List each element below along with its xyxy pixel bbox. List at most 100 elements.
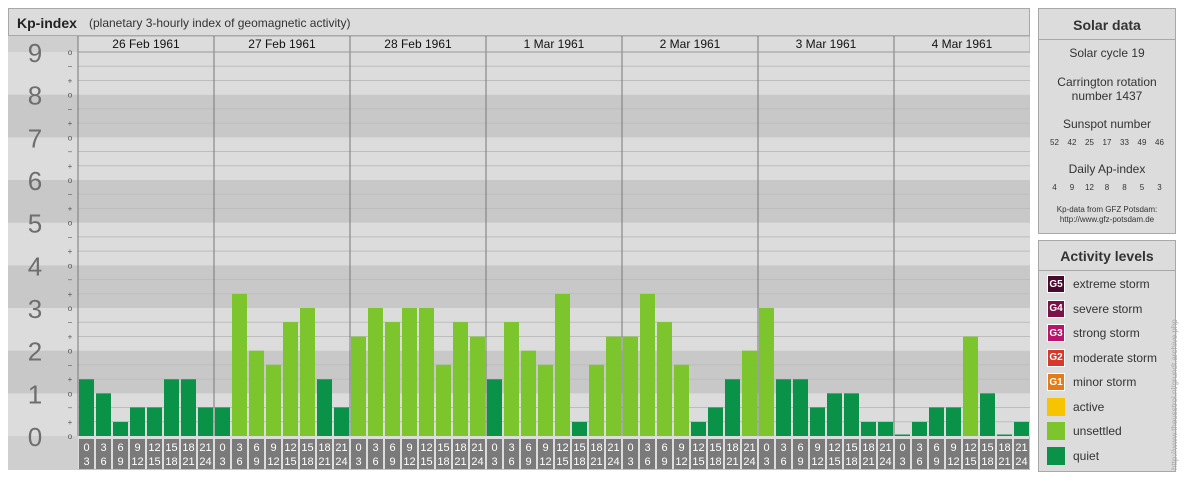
- kp-bar: [232, 293, 247, 436]
- slot-start-label: 15: [165, 442, 177, 454]
- kp-bar: [351, 336, 366, 436]
- kp-bar: [810, 407, 825, 436]
- sunspot-value: 46: [1155, 138, 1164, 147]
- slot-end-label: 21: [862, 456, 874, 468]
- kp-bar: [181, 379, 196, 436]
- slot-end-label: 12: [267, 456, 279, 468]
- slot-end-label: 21: [590, 456, 602, 468]
- kp-band: [8, 137, 1030, 180]
- slot-start-label: 3: [508, 442, 514, 454]
- slot-end-label: 12: [947, 456, 959, 468]
- activity-level-item: quiet: [1047, 446, 1099, 465]
- kp-bar: [861, 421, 876, 436]
- solar-data-heading: Solar data: [1073, 17, 1141, 33]
- slot-end-label: 9: [933, 456, 939, 468]
- slot-start-label: 12: [964, 442, 976, 454]
- y-tick-label: 6: [28, 166, 42, 196]
- slot-end-label: 24: [743, 456, 755, 468]
- slot-start-label: 15: [437, 442, 449, 454]
- y-tick-label: 3: [28, 294, 42, 324]
- activity-level-swatch: G5: [1047, 275, 1065, 293]
- kp-bar: [385, 322, 400, 436]
- credit-line2: http://www.gfz-potsdam.de: [1059, 215, 1155, 224]
- slot-start-label: 9: [678, 442, 684, 454]
- slot-start-label: 21: [199, 442, 211, 454]
- slot-start-label: 6: [117, 442, 123, 454]
- ap-value: 5: [1139, 183, 1145, 192]
- activity-level-label: extreme storm: [1073, 277, 1150, 291]
- kp-bar: [215, 407, 230, 436]
- slot-start-label: 6: [933, 442, 939, 454]
- sub-tick-label: +: [68, 290, 73, 299]
- slot-start-label: 3: [236, 442, 242, 454]
- kp-bar: [147, 407, 162, 436]
- slot-start-label: 3: [644, 442, 650, 454]
- sunspot-value: 49: [1137, 138, 1147, 147]
- kp-bar: [79, 379, 94, 436]
- slot-end-label: 21: [726, 456, 738, 468]
- kp-bar: [555, 293, 570, 436]
- slot-start-label: 3: [780, 442, 786, 454]
- slot-start-label: 21: [471, 442, 483, 454]
- day-label: 28 Feb 1961: [384, 37, 452, 51]
- slot-start-label: 21: [335, 442, 347, 454]
- slot-end-label: 15: [692, 456, 704, 468]
- slot-end-label: 12: [403, 456, 415, 468]
- kp-bar: [538, 364, 553, 436]
- slot-end-label: 21: [182, 456, 194, 468]
- solar-divider: [1039, 39, 1175, 40]
- activity-levels-panel: Activity levels G5 extreme storm G4 severe …: [1038, 240, 1176, 472]
- slot-end-label: 9: [525, 456, 531, 468]
- slot-start-label: 21: [1015, 442, 1027, 454]
- slot-start-label: 0: [627, 442, 633, 454]
- kp-bar: [878, 421, 893, 436]
- sub-tick-label: o: [68, 347, 73, 356]
- kp-bar: [164, 379, 179, 436]
- slot-end-label: 3: [355, 456, 361, 468]
- slot-start-label: 21: [743, 442, 755, 454]
- sunspot-label: Sunspot number: [1062, 117, 1152, 131]
- sub-tick-label: +: [68, 162, 73, 171]
- slot-end-label: 21: [318, 456, 330, 468]
- kp-bar: [198, 407, 213, 436]
- ap-label: Daily Ap-index: [1068, 162, 1146, 176]
- slot-end-label: 18: [709, 456, 721, 468]
- sub-tick-label: −: [68, 148, 73, 157]
- slot-start-label: 0: [899, 442, 905, 454]
- slot-start-label: 18: [998, 442, 1010, 454]
- slot-end-label: 12: [675, 456, 687, 468]
- slot-start-label: 0: [355, 442, 361, 454]
- day-label: 3 Mar 1961: [796, 37, 857, 51]
- slot-start-label: 6: [525, 442, 531, 454]
- sub-tick-label: +: [68, 247, 73, 256]
- slot-start-label: 12: [148, 442, 160, 454]
- slot-end-label: 15: [556, 456, 568, 468]
- slot-start-label: 15: [709, 442, 721, 454]
- slot-end-label: 6: [372, 456, 378, 468]
- activity-level-label: unsettled: [1073, 424, 1122, 438]
- activity-level-item: G2 moderate storm: [1047, 348, 1157, 367]
- solar-cycle: Solar cycle 19: [1069, 46, 1145, 60]
- chart-title-bar: Kp-index (planetary 3-hourly index of ge…: [8, 8, 1030, 36]
- y-tick-label: 1: [28, 379, 42, 409]
- slot-start-label: 9: [950, 442, 956, 454]
- slot-start-label: 3: [372, 442, 378, 454]
- slot-end-label: 24: [607, 456, 619, 468]
- ap-value: 3: [1157, 183, 1162, 192]
- kp-bar: [793, 379, 808, 436]
- y-tick-label: 7: [28, 123, 42, 153]
- kp-bar: [895, 434, 910, 436]
- slot-end-label: 24: [879, 456, 891, 468]
- kp-bar: [317, 379, 332, 436]
- kp-bar: [334, 407, 349, 436]
- sub-tick-label: −: [68, 62, 73, 71]
- slot-start-label: 9: [542, 442, 548, 454]
- sunspot-value: 52: [1050, 138, 1059, 147]
- slot-end-label: 3: [219, 456, 225, 468]
- slot-end-label: 3: [491, 456, 497, 468]
- slot-end-label: 6: [508, 456, 514, 468]
- sub-tick-label: o: [68, 219, 73, 228]
- y-tick-label: 4: [28, 251, 42, 281]
- activity-level-label: strong storm: [1073, 326, 1140, 340]
- slot-end-label: 15: [420, 456, 432, 468]
